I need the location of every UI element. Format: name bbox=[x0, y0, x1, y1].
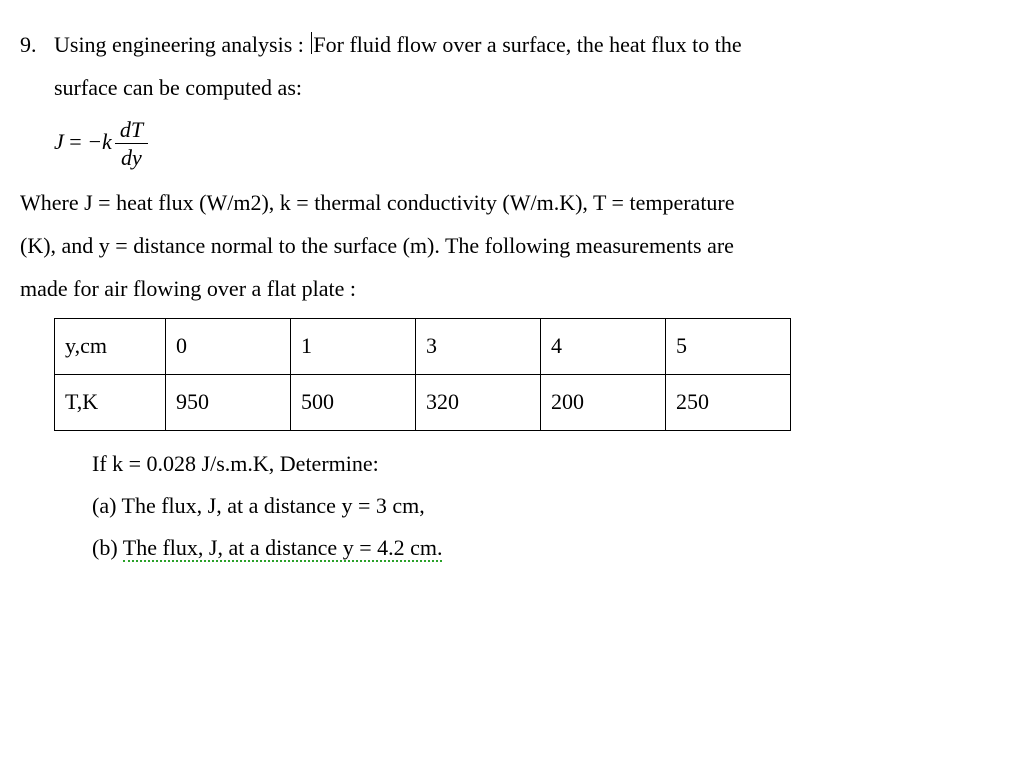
table-cell: 250 bbox=[666, 375, 791, 431]
problem-number: 9. bbox=[20, 24, 54, 67]
definitions-line-3: made for air flowing over a flat plate : bbox=[20, 268, 1004, 311]
definitions: Where J = heat flux (W/m2), k = thermal … bbox=[20, 182, 1004, 311]
definitions-line-2: (K), and y = distance normal to the surf… bbox=[20, 225, 1004, 268]
table-cell: 4 bbox=[541, 319, 666, 375]
eq-fraction: dTdy bbox=[115, 116, 148, 172]
table-cell: 0 bbox=[166, 319, 291, 375]
k-value-line: If k = 0.028 J/s.m.K, Determine: bbox=[92, 443, 1004, 485]
part-b-label: (b) bbox=[92, 535, 123, 560]
table-cell: 320 bbox=[416, 375, 541, 431]
table-cell: 1 bbox=[291, 319, 416, 375]
table-cell: T,K bbox=[55, 375, 166, 431]
table-cell: 500 bbox=[291, 375, 416, 431]
subquestions: If k = 0.028 J/s.m.K, Determine: (a) The… bbox=[92, 443, 1004, 568]
eq-minus-k: −k bbox=[87, 129, 112, 154]
intro-part1: Using engineering analysis : bbox=[54, 32, 309, 57]
part-b: (b) The flux, J, at a distance y = 4.2 c… bbox=[92, 527, 1004, 569]
table-cell: 950 bbox=[166, 375, 291, 431]
table-row: T,K 950 500 320 200 250 bbox=[55, 375, 791, 431]
eq-lhs: J bbox=[54, 129, 64, 154]
definitions-line-1: Where J = heat flux (W/m2), k = thermal … bbox=[20, 182, 1004, 225]
eq-equals: = bbox=[64, 129, 87, 154]
intro-part2: For fluid flow over a surface, the heat … bbox=[313, 32, 741, 57]
table-cell: y,cm bbox=[55, 319, 166, 375]
part-a: (a) The flux, J, at a distance y = 3 cm, bbox=[92, 485, 1004, 527]
table-row: y,cm 0 1 3 4 5 bbox=[55, 319, 791, 375]
intro-line-1: Using engineering analysis : For fluid f… bbox=[54, 24, 1004, 67]
equation: J = −kdTdy bbox=[54, 116, 1004, 172]
eq-frac-bot: dy bbox=[115, 144, 148, 172]
table-cell: 3 bbox=[416, 319, 541, 375]
table-cell: 5 bbox=[666, 319, 791, 375]
part-b-text: The flux, J, at a distance y = 4.2 cm. bbox=[123, 535, 443, 562]
problem-body: Using engineering analysis : For fluid f… bbox=[54, 24, 1004, 569]
problem-container: 9. Using engineering analysis : For flui… bbox=[20, 24, 1004, 569]
data-table: y,cm 0 1 3 4 5 T,K 950 500 320 200 250 bbox=[54, 318, 791, 431]
eq-frac-top: dT bbox=[115, 116, 148, 145]
intro-line-2: surface can be computed as: bbox=[54, 67, 1004, 110]
table-cell: 200 bbox=[541, 375, 666, 431]
